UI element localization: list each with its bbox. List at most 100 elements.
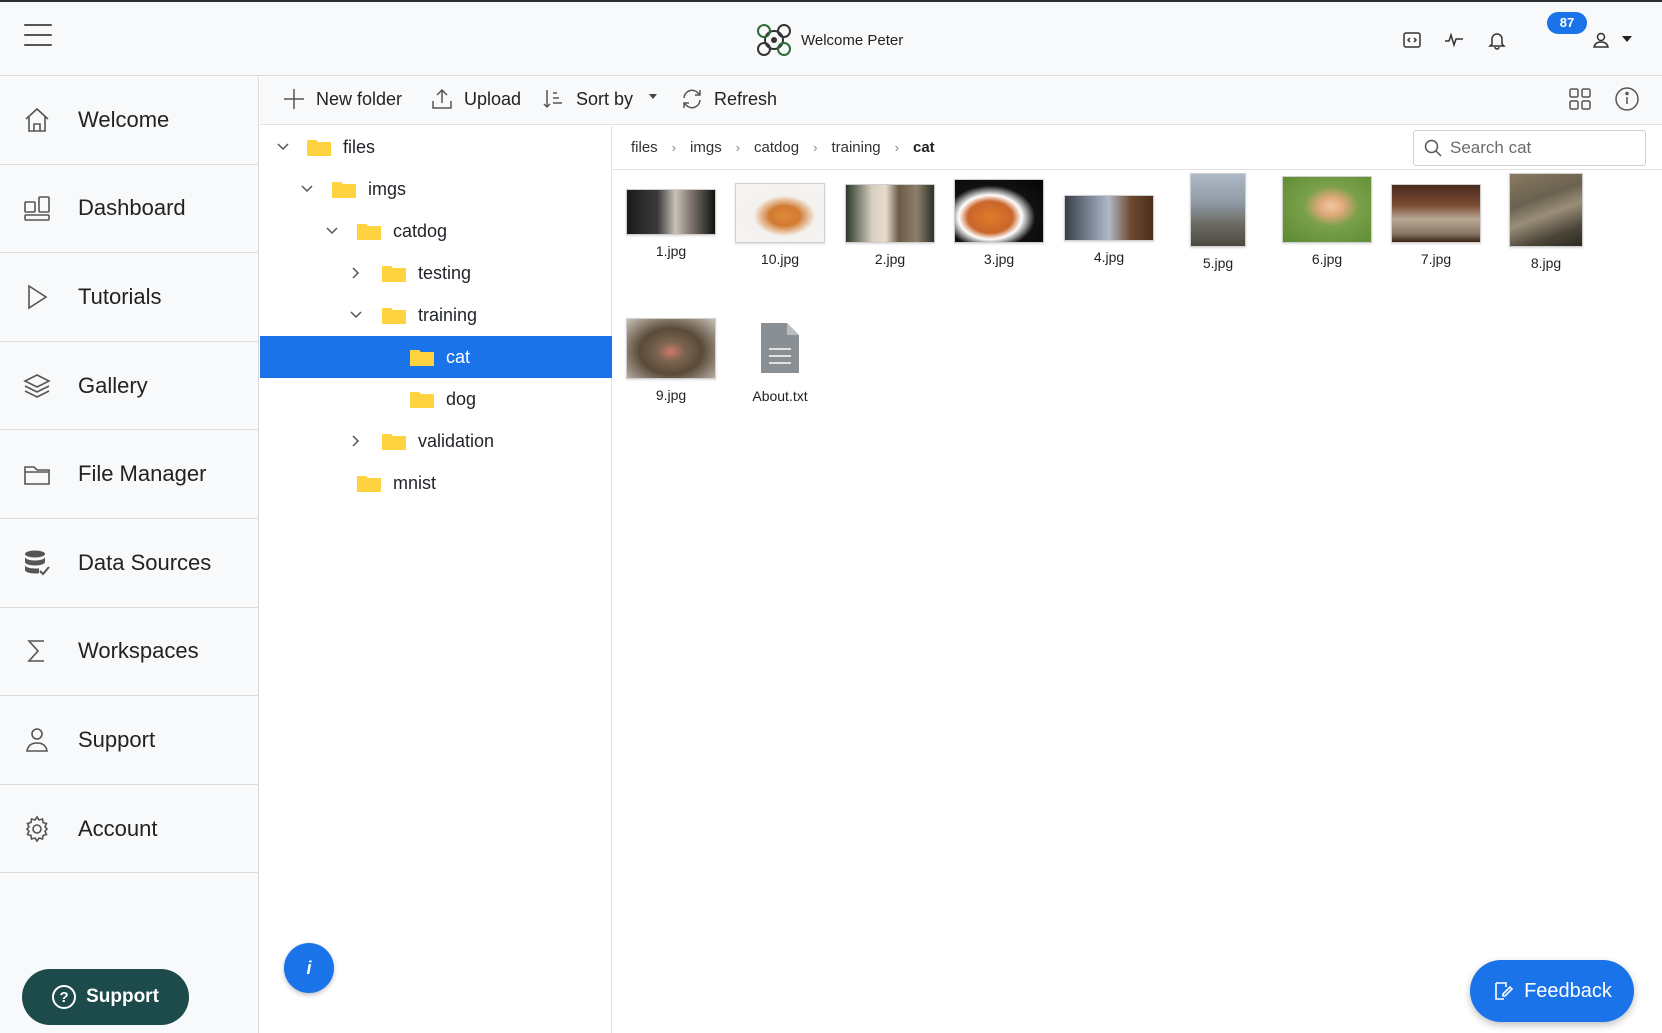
image-thumbnail	[1391, 184, 1481, 243]
sidebar-item-welcome[interactable]: Welcome	[0, 76, 258, 165]
chevron-right-icon[interactable]	[349, 434, 363, 448]
file-item[interactable]: 10.jpg	[730, 183, 830, 267]
sidebar-item-file-manager[interactable]: File Manager	[0, 430, 258, 519]
breadcrumb-item-training[interactable]: training	[831, 139, 880, 156]
sidebar-item-workspaces[interactable]: Workspaces	[0, 608, 258, 697]
refresh-label: Refresh	[714, 88, 778, 109]
folder-icon	[24, 466, 50, 485]
sort-by-dropdown[interactable]: Sort by	[542, 87, 658, 111]
support-button[interactable]: ? Support	[22, 969, 189, 1025]
sidebar-item-dashboard[interactable]: Dashboard	[0, 165, 258, 254]
layers-icon	[23, 373, 51, 398]
tree-node-testing[interactable]: testing	[260, 252, 612, 294]
support-button-label: Support	[86, 986, 159, 1007]
search-box	[1413, 130, 1646, 166]
chevron-down-icon[interactable]	[276, 140, 290, 154]
image-thumbnail	[1282, 176, 1372, 243]
tree-node-dog[interactable]: dog	[260, 378, 612, 420]
tree-node-label: dog	[446, 388, 477, 409]
sidebar-item-data-sources[interactable]: Data Sources	[0, 519, 258, 608]
folder-icon	[410, 350, 434, 366]
file-item[interactable]: 8.jpg	[1496, 173, 1596, 271]
breadcrumb-bar: files › imgs › catdog › training › cat	[613, 126, 1662, 170]
sidebar-item-label: Dashboard	[78, 195, 186, 221]
sidebar-item-label: File Manager	[78, 461, 207, 487]
dropdown-caret-icon	[649, 93, 658, 99]
folder-icon	[382, 308, 406, 324]
file-item[interactable]: 9.jpg	[621, 318, 721, 403]
info-icon[interactable]	[1614, 86, 1640, 112]
image-thumbnail	[735, 183, 825, 243]
play-icon	[28, 284, 48, 310]
sort-by-label: Sort by	[576, 88, 634, 109]
search-input[interactable]	[1450, 138, 1630, 158]
image-thumbnail	[1190, 173, 1246, 247]
sidebar-item-gallery[interactable]: Gallery	[0, 342, 258, 431]
help-circle-icon: ?	[52, 985, 77, 1009]
chevron-down-icon[interactable]	[349, 308, 363, 322]
tree-node-imgs[interactable]: imgs	[260, 168, 612, 210]
sigma-icon	[27, 640, 44, 663]
tree-node-cat[interactable]: cat	[260, 336, 612, 378]
new-folder-button[interactable]: New folder	[282, 87, 402, 111]
file-item[interactable]: 2.jpg	[840, 184, 940, 267]
info-fab-button[interactable]: i	[284, 943, 334, 993]
tree-node-label: mnist	[393, 472, 437, 493]
file-item[interactable]: 3.jpg	[949, 179, 1049, 267]
folder-icon	[307, 140, 331, 156]
file-name: 5.jpg	[1202, 255, 1234, 271]
file-item[interactable]: 5.jpg	[1168, 173, 1268, 271]
sidebar-item-label: Support	[78, 726, 156, 752]
chevron-down-icon[interactable]	[300, 182, 314, 196]
folder-icon	[357, 224, 381, 240]
file-item[interactable]: 7.jpg	[1386, 184, 1486, 267]
sidebar: Welcome Dashboard Tutorials Gallery File…	[0, 76, 259, 1033]
sidebar-item-label: Welcome	[78, 106, 170, 132]
file-name: About.txt	[752, 388, 808, 404]
sidebar-item-label: Data Sources	[78, 549, 212, 575]
folder-icon	[410, 392, 434, 408]
breadcrumb-item-imgs[interactable]: imgs	[690, 139, 722, 156]
tree-node-validation[interactable]: validation	[260, 420, 612, 462]
chevron-right-icon: ›	[894, 140, 899, 155]
activity-icon[interactable]	[1444, 30, 1464, 50]
chevron-right-icon: ›	[671, 140, 677, 155]
sidebar-item-support[interactable]: Support	[0, 696, 258, 785]
tree-node-catdog[interactable]: catdog	[260, 210, 612, 252]
search-icon	[1424, 139, 1442, 157]
hamburger-menu-icon[interactable]	[24, 24, 52, 48]
breadcrumb-item-catdog[interactable]: catdog	[754, 139, 799, 156]
bell-icon[interactable]	[1487, 30, 1507, 50]
person-icon	[26, 728, 48, 752]
file-item[interactable]: 1.jpg	[621, 189, 721, 259]
feedback-button[interactable]: Feedback	[1470, 960, 1634, 1022]
refresh-icon	[683, 89, 701, 109]
file-item[interactable]: 6.jpg	[1277, 176, 1377, 267]
sidebar-item-tutorials[interactable]: Tutorials	[0, 253, 258, 342]
tree-node-files[interactable]: files	[260, 126, 612, 168]
top-bar: Welcome Peter 87	[0, 0, 1662, 76]
file-name: 4.jpg	[1093, 249, 1125, 265]
breadcrumb: files › imgs › catdog › training › cat	[631, 139, 949, 156]
file-item[interactable]: About.txt	[730, 321, 830, 404]
database-icon	[25, 550, 50, 576]
sidebar-item-account[interactable]: Account	[0, 785, 258, 874]
tree-node-label: training	[418, 304, 478, 325]
tree-node-training[interactable]: training	[260, 294, 612, 336]
user-menu-caret-icon[interactable]	[1622, 36, 1632, 42]
file-item[interactable]: 4.jpg	[1059, 195, 1159, 265]
chevron-right-icon[interactable]	[349, 266, 363, 280]
grid-view-icon[interactable]	[1567, 86, 1593, 112]
notification-badge: 87	[1547, 12, 1587, 34]
breadcrumb-item-files[interactable]: files	[631, 139, 658, 156]
refresh-button[interactable]: Refresh	[680, 87, 777, 111]
chevron-down-icon[interactable]	[325, 224, 339, 238]
breadcrumb-item-cat: cat	[912, 139, 935, 156]
new-folder-label: New folder	[316, 88, 403, 109]
user-icon[interactable]	[1591, 30, 1611, 50]
upload-button[interactable]: Upload	[430, 87, 521, 111]
folder-icon	[382, 434, 406, 450]
sidebar-item-label: Gallery	[78, 372, 148, 398]
tree-node-mnist[interactable]: mnist	[260, 462, 612, 504]
code-brackets-icon[interactable]	[1402, 30, 1422, 50]
